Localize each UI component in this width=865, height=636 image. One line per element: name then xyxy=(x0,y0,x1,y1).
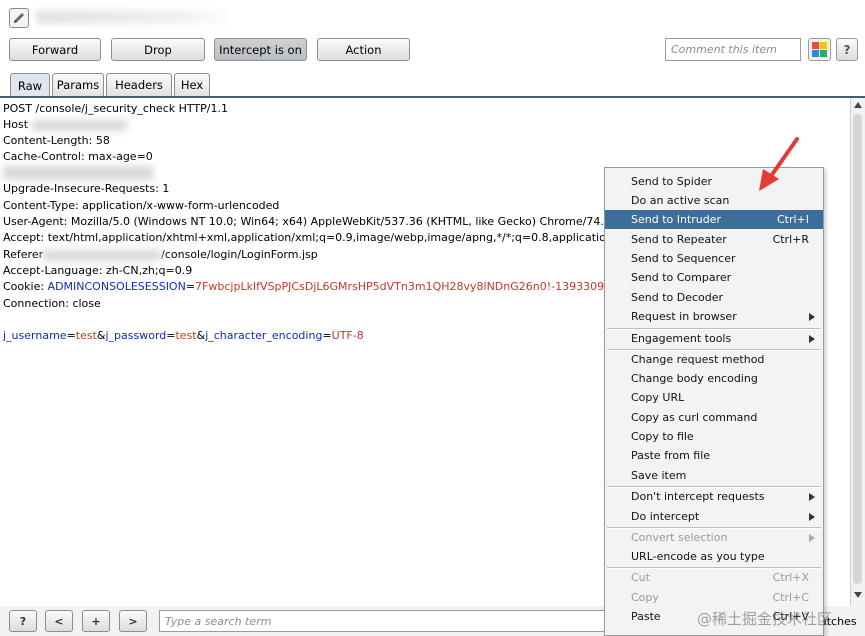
action-button[interactable]: Action xyxy=(317,38,410,61)
cookie-header: Cookie: ADMINCONSOLESESSION=7FwbcjpLkIfV… xyxy=(3,280,619,293)
menu-item-send-to-comparer[interactable]: Send to Comparer xyxy=(605,268,823,287)
menu-item-dont-intercept[interactable]: Don't intercept requests xyxy=(605,487,823,506)
menu-item-request-in-browser[interactable]: Request in browser xyxy=(605,307,823,326)
menu-item-copy: Copy Ctrl+C xyxy=(631,591,809,604)
menu-item-send-to-intruder[interactable]: Send to Intruder Ctrl+I xyxy=(605,210,823,229)
tab-params[interactable]: Params xyxy=(52,73,104,96)
cache-control-header: Cache-Control: max-age=0 xyxy=(3,150,153,163)
vertical-scrollbar[interactable] xyxy=(850,98,865,606)
redacted-header xyxy=(3,165,153,181)
menu-item-copy-to-file[interactable]: Copy to file xyxy=(605,427,823,446)
search-input[interactable]: Type a search term xyxy=(159,610,609,632)
content-type-header: Content-Type: application/x-www-form-url… xyxy=(3,199,280,212)
comment-input[interactable]: Comment this item xyxy=(665,38,801,61)
highlight-color-icon[interactable] xyxy=(808,38,831,61)
top-bar xyxy=(0,0,865,36)
tab-raw[interactable]: Raw xyxy=(10,73,50,97)
context-menu: Send to Spider Do an active scan Send to… xyxy=(604,167,824,636)
menu-item-change-body-encoding[interactable]: Change body encoding xyxy=(605,369,823,388)
menu-item-engagement-tools[interactable]: Engagement tools xyxy=(605,329,823,348)
intercept-toggle-button[interactable]: Intercept is on xyxy=(214,38,307,61)
menu-item-do-intercept[interactable]: Do intercept xyxy=(605,507,823,526)
tab-headers[interactable]: Headers xyxy=(106,73,172,96)
search-add-button[interactable]: + xyxy=(82,610,110,632)
scroll-thumb[interactable] xyxy=(853,114,862,584)
menu-item-url-encode[interactable]: URL-encode as you type xyxy=(605,547,823,566)
forward-button[interactable]: Forward xyxy=(9,38,101,61)
submenu-arrow-icon xyxy=(809,313,815,321)
accept-language-header: Accept-Language: zh-CN,zh;q=0.9 xyxy=(3,264,193,277)
submenu-arrow-icon xyxy=(809,493,815,501)
tab-hex[interactable]: Hex xyxy=(174,73,210,96)
watermark: @稀土掘金技术社区 xyxy=(697,610,833,628)
redacted-title xyxy=(36,10,236,24)
connection-header: Connection: close xyxy=(3,297,101,310)
scroll-down-icon[interactable] xyxy=(854,592,862,598)
search-help-button[interactable]: ? xyxy=(9,610,37,632)
menu-item-send-to-decoder[interactable]: Send to Decoder xyxy=(605,288,823,307)
host-header: Host xyxy=(3,117,127,133)
request-body: j_username=test&j_password=test&j_charac… xyxy=(3,329,364,342)
drop-button[interactable]: Drop xyxy=(111,38,205,61)
menu-item-paste-from-file[interactable]: Paste from file xyxy=(605,446,823,465)
scroll-up-icon[interactable] xyxy=(854,102,862,108)
pencil-icon[interactable] xyxy=(9,8,29,28)
menu-item-send-to-repeater[interactable]: Send to Repeater Ctrl+R xyxy=(605,230,823,249)
menu-item-send-to-sequencer[interactable]: Send to Sequencer xyxy=(605,249,823,268)
help-button[interactable]: ? xyxy=(836,38,858,61)
menu-item-cut: Cut Ctrl+X xyxy=(631,571,809,584)
referer-header: Referer/console/login/LoginForm.jsp xyxy=(3,248,318,261)
user-agent-header: User-Agent: Mozilla/5.0 (Windows NT 10.0… xyxy=(3,215,678,228)
content-length-header: Content-Length: 58 xyxy=(3,134,110,147)
menu-item-save-item[interactable]: Save item xyxy=(605,466,823,485)
menu-item-convert-selection: Convert selection xyxy=(605,528,823,547)
search-next-button[interactable]: > xyxy=(119,610,147,632)
red-annotation-arrow-icon xyxy=(759,137,799,191)
menu-item-change-request-method[interactable]: Change request method xyxy=(605,350,823,369)
submenu-arrow-icon xyxy=(809,534,815,542)
upgrade-header: Upgrade-Insecure-Requests: 1 xyxy=(3,182,170,195)
request-line: POST /console/j_security_check HTTP/1.1 xyxy=(3,102,228,115)
menu-item-copy-as-curl[interactable]: Copy as curl command xyxy=(605,408,823,427)
menu-item-copy-url[interactable]: Copy URL xyxy=(605,388,823,407)
submenu-arrow-icon xyxy=(809,335,815,343)
submenu-arrow-icon xyxy=(809,513,815,521)
search-prev-button[interactable]: < xyxy=(45,610,73,632)
